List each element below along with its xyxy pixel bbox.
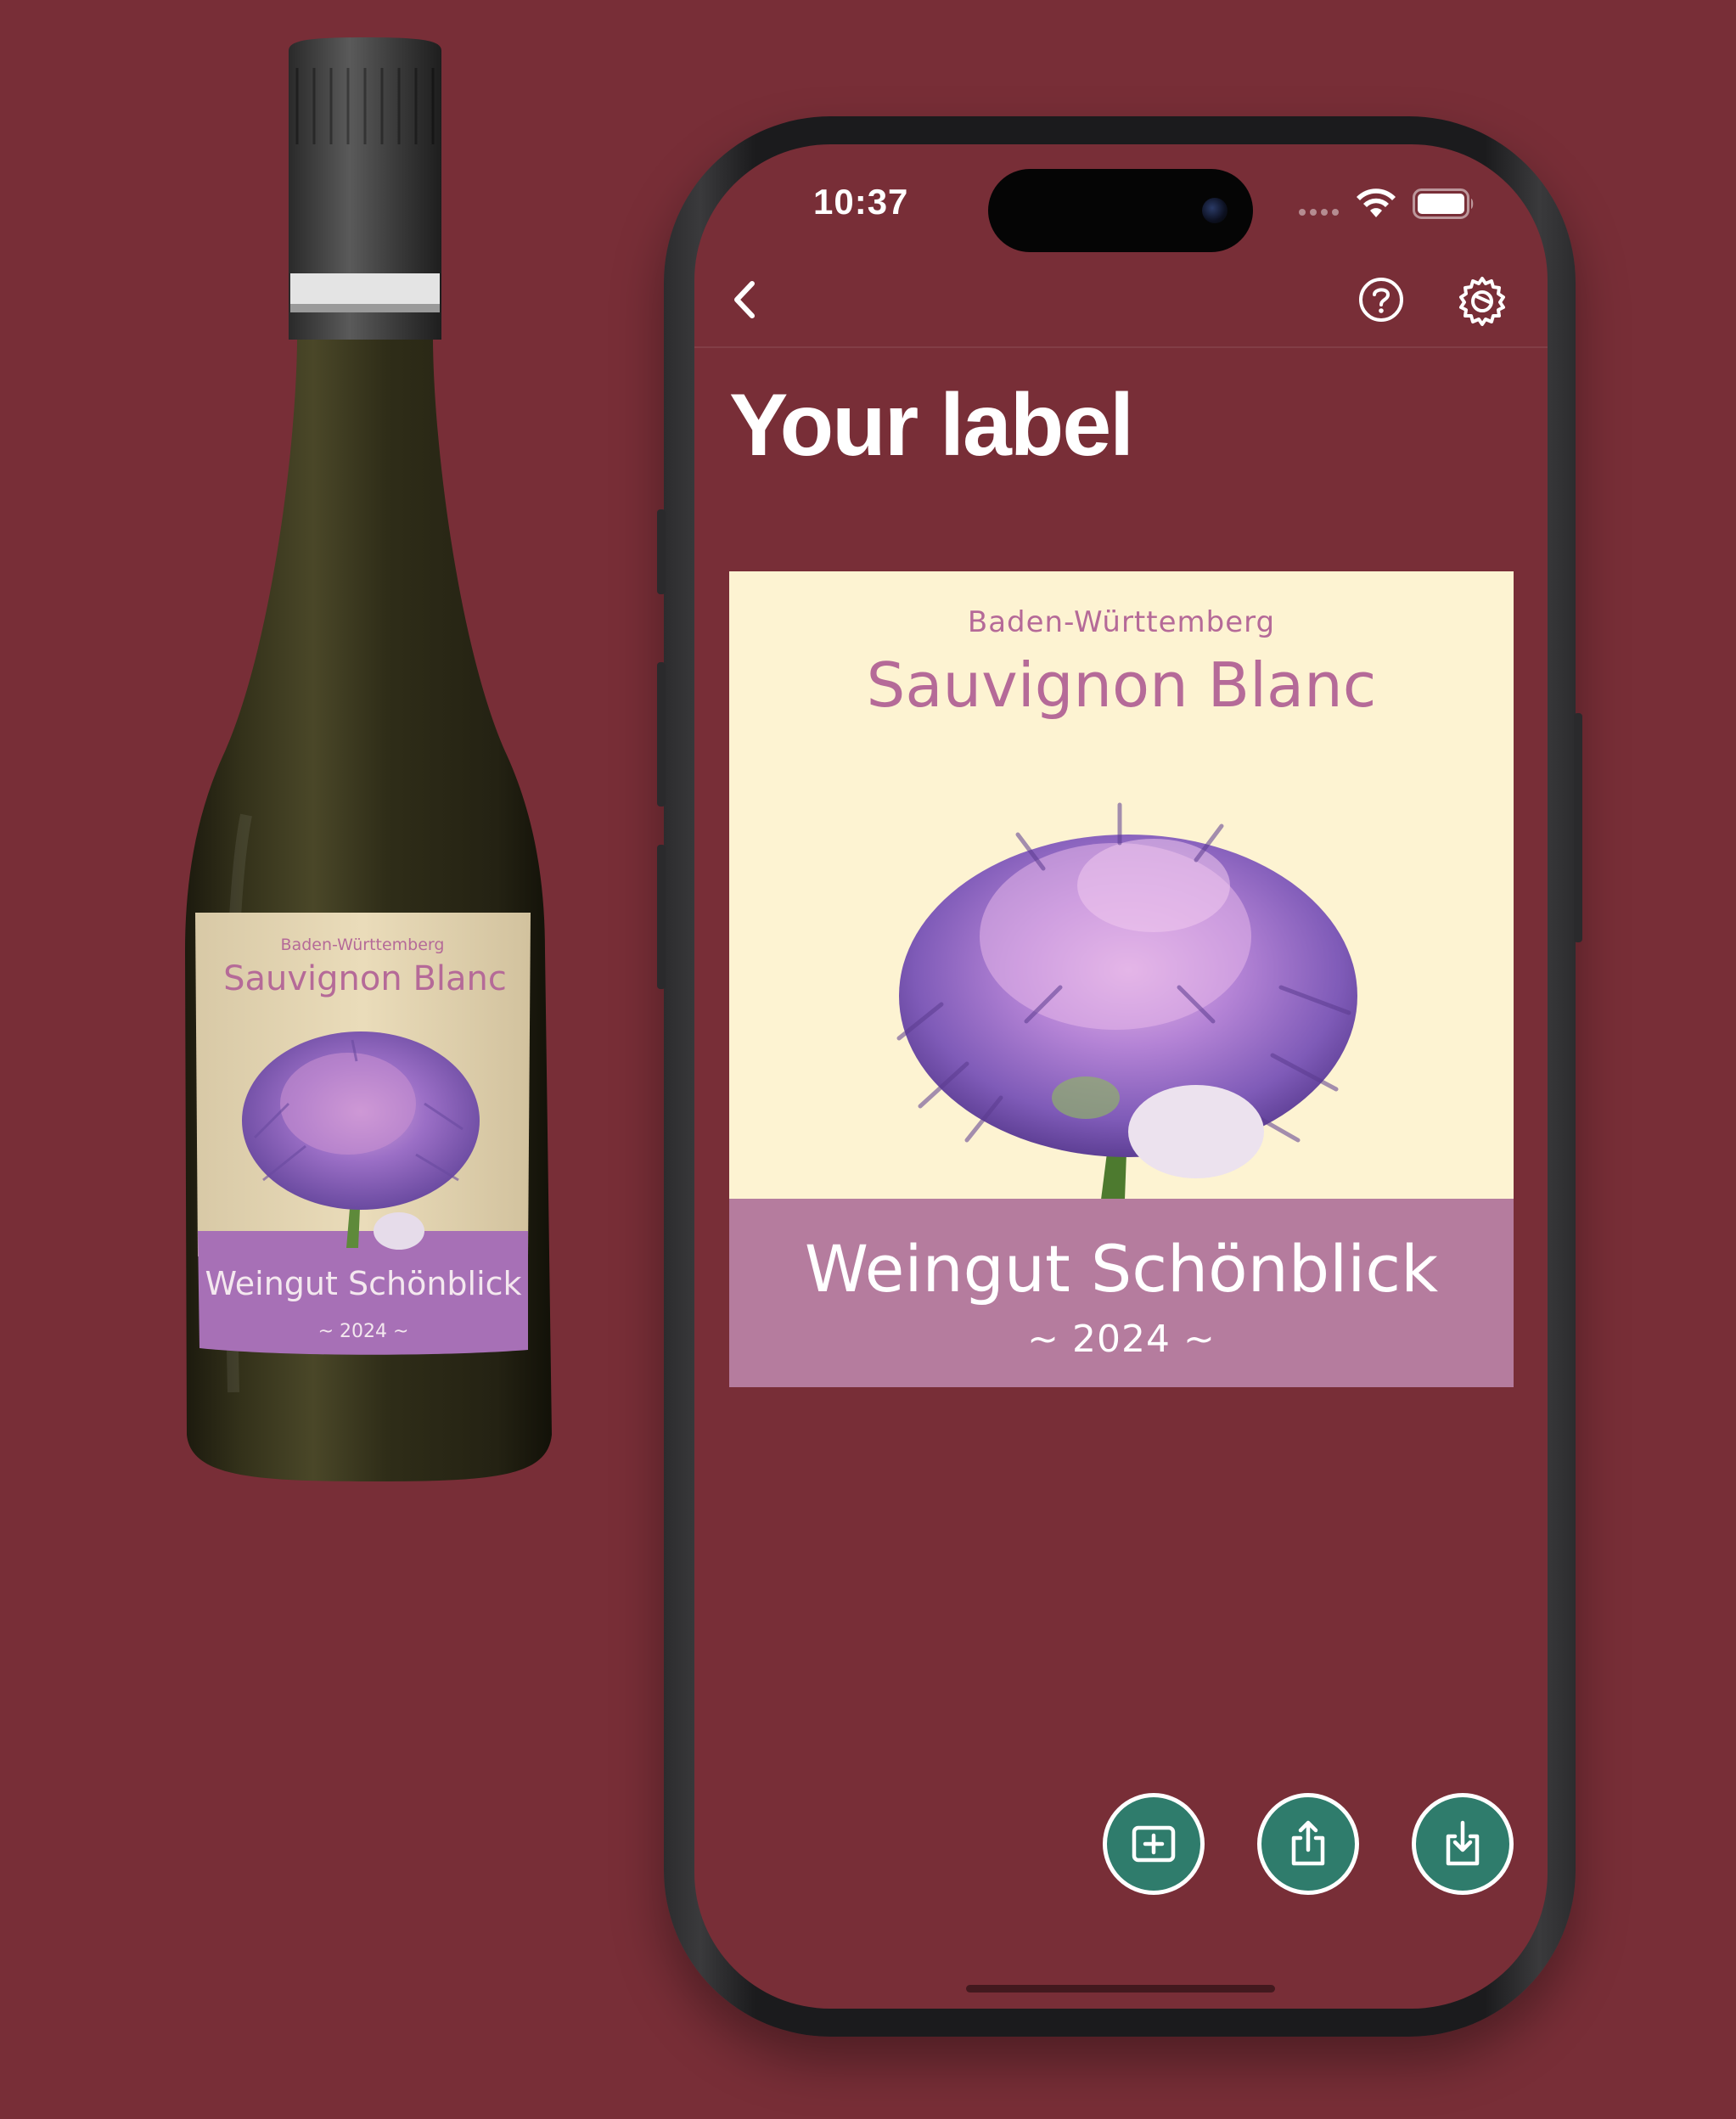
label-winery-text: Weingut Schönblick: [804, 1231, 1439, 1307]
help-icon: [1359, 278, 1403, 322]
bottle-grape-text: Sauvignon Blanc: [223, 959, 507, 998]
page-title: Your label: [729, 376, 1134, 475]
bottle-winery-text: Weingut Schönblick: [205, 1265, 521, 1302]
label-preview: Baden-Württemberg Sauvignon Blanc Weingu…: [729, 571, 1514, 1387]
wine-bottle-photo: Baden-Württemberg Sauvignon Blanc Weingu…: [185, 37, 552, 1481]
volume-down-button: [657, 845, 666, 989]
home-indicator: [966, 1985, 1275, 1993]
signal-icon: [1299, 209, 1339, 216]
bottle-year-text: ~ 2024 ~: [318, 1321, 409, 1342]
add-icon: [1132, 1825, 1176, 1863]
phone-screen: 10:37 Your label Baden-Württemberg Sauvi…: [694, 144, 1548, 2009]
label-region-text: Baden-Württemberg: [967, 605, 1276, 639]
back-button[interactable]: [718, 272, 774, 328]
label-year-text: ~ 2024 ~: [1027, 1318, 1216, 1361]
download-button[interactable]: [1412, 1793, 1514, 1895]
volume-up-button: [657, 662, 666, 807]
action-button: [657, 509, 666, 594]
share-button[interactable]: [1257, 1793, 1359, 1895]
power-button: [1574, 713, 1582, 942]
camera-icon: [1202, 198, 1228, 223]
settings-gear-icon: [1459, 277, 1505, 326]
help-button[interactable]: [1353, 272, 1409, 328]
settings-button[interactable]: [1454, 272, 1510, 328]
battery-icon: [1413, 188, 1474, 219]
download-icon: [1446, 1820, 1480, 1866]
bottle-region-text: Baden-Württemberg: [281, 936, 445, 954]
add-button[interactable]: [1103, 1793, 1205, 1895]
dynamic-island: [988, 169, 1253, 252]
wifi-icon: [1357, 188, 1396, 217]
label-band: Weingut Schönblick ~ 2024 ~: [729, 1199, 1514, 1387]
navigation-bar: [694, 253, 1548, 348]
flower-image: [896, 802, 1357, 1200]
back-chevron-icon: [734, 281, 755, 318]
status-time: 10:37: [813, 182, 909, 222]
share-icon: [1291, 1820, 1325, 1866]
label-grape-text: Sauvignon Blanc: [866, 649, 1377, 721]
